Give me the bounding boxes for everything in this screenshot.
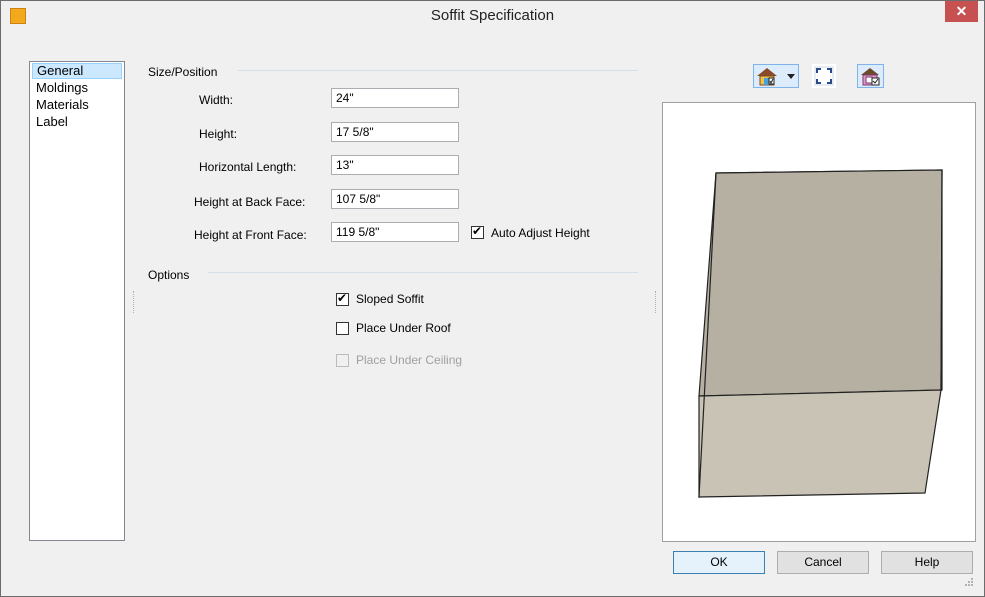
sloped-soffit-checkbox[interactable]: [336, 291, 349, 306]
house-options-icon: [861, 68, 880, 86]
dropdown-arrow-icon: [787, 74, 795, 79]
nav-item-materials[interactable]: Materials: [32, 97, 122, 113]
size-position-group-label: Size/Position: [148, 65, 218, 79]
place-under-roof-checkbox[interactable]: [336, 322, 349, 335]
width-label: Width:: [199, 93, 234, 107]
horizontal-length-label: Horizontal Length:: [199, 160, 297, 174]
category-list: General Moldings Materials Label: [29, 61, 125, 541]
title-bar[interactable]: Soffit Specification ✕: [1, 1, 984, 31]
height-front-face-label: Height at Front Face:: [194, 228, 307, 242]
place-under-roof-label[interactable]: Place Under Roof: [356, 321, 451, 335]
nav-item-general[interactable]: General: [32, 63, 122, 79]
ok-button[interactable]: OK: [673, 551, 765, 574]
auto-adjust-height-label[interactable]: Auto Adjust Height: [491, 226, 590, 240]
left-splitter-handle[interactable]: [133, 291, 135, 313]
dialog-window: Soffit Specification ✕ General Moldings …: [0, 0, 985, 597]
dialog-client-area: General Moldings Materials Label Size/Po…: [9, 32, 976, 589]
nav-item-label[interactable]: Label: [32, 114, 122, 130]
resize-grip-icon[interactable]: [964, 577, 974, 587]
fit-to-window-icon: [814, 66, 834, 86]
window-title: Soffit Specification: [430, 7, 555, 24]
nav-item-moldings[interactable]: Moldings: [32, 80, 122, 96]
horizontal-length-field[interactable]: 13": [331, 155, 459, 175]
width-field[interactable]: 24": [331, 88, 459, 108]
place-under-ceiling-checkbox[interactable]: [336, 354, 349, 367]
soffit-preview-drawing: [698, 169, 943, 498]
soffit-bottom-face: [698, 389, 942, 498]
auto-adjust-height-checkbox[interactable]: [471, 224, 484, 239]
height-back-face-field[interactable]: 107 5/8": [331, 189, 459, 209]
size-position-divider: [238, 70, 638, 71]
place-under-ceiling-label[interactable]: Place Under Ceiling: [356, 353, 462, 367]
help-button[interactable]: Help: [881, 551, 973, 574]
height-back-face-label: Height at Back Face:: [194, 195, 306, 209]
height-field[interactable]: 17 5/8": [331, 122, 459, 142]
house-view-icon: [757, 68, 795, 86]
options-group-label: Options: [148, 268, 190, 282]
3d-preview-panel[interactable]: [662, 102, 976, 542]
sloped-soffit-label[interactable]: Sloped Soffit: [356, 292, 424, 306]
house-options-button[interactable]: [857, 64, 884, 88]
close-button[interactable]: ✕: [945, 1, 978, 22]
cancel-button[interactable]: Cancel: [777, 551, 869, 574]
fit-to-window-button[interactable]: [812, 64, 836, 88]
height-label: Height:: [199, 127, 238, 141]
view-type-dropdown-button[interactable]: [753, 64, 799, 88]
height-front-face-field[interactable]: 119 5/8": [331, 222, 459, 242]
right-splitter-handle[interactable]: [655, 291, 657, 313]
soffit-back-face: [698, 169, 943, 397]
options-divider: [208, 272, 638, 273]
